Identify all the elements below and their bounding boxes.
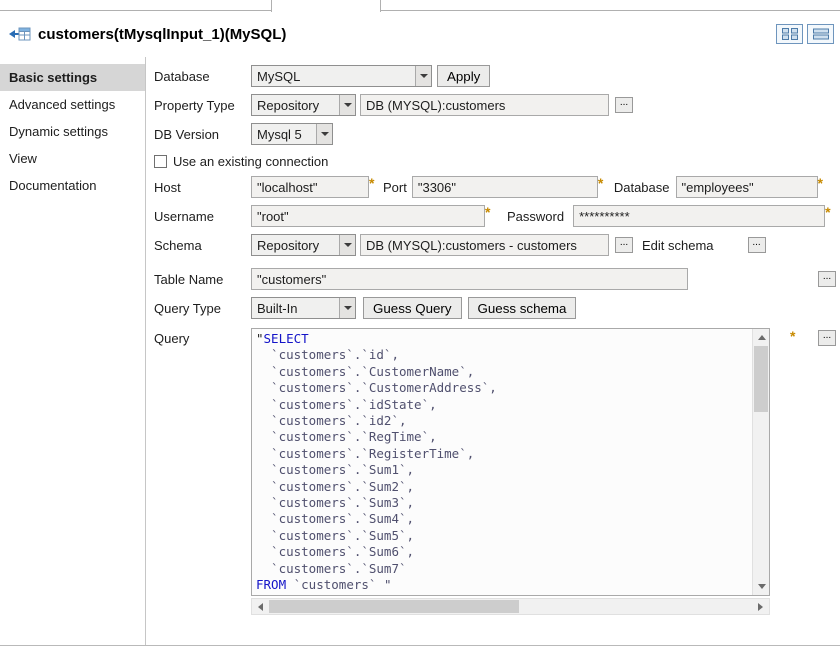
required-marker: * [369, 175, 377, 191]
required-marker: * [818, 175, 826, 191]
password-label: Password [507, 209, 564, 224]
schema-repository-field[interactable]: DB (MYSQL):customers - customers [360, 234, 609, 256]
host-row: Host "localhost" * Port "3306" * Databas… [154, 176, 838, 198]
db-version-label: DB Version [154, 127, 251, 142]
existing-connection-checkbox[interactable] [154, 155, 167, 168]
apply-button[interactable]: Apply [437, 65, 490, 87]
db-version-dropdown-value: Mysql 5 [252, 127, 316, 142]
mysql-component-icon [9, 26, 31, 42]
query-type-label: Query Type [154, 301, 251, 316]
edit-schema-label: Edit schema [642, 238, 714, 253]
host-field[interactable]: "localhost" [251, 176, 369, 198]
scroll-right-button[interactable] [752, 599, 769, 614]
scroll-down-button[interactable] [753, 578, 770, 595]
required-marker: * [825, 204, 833, 220]
table-name-browse-button[interactable]: ... [818, 271, 836, 287]
list-view-button[interactable] [807, 24, 834, 44]
query-row: Query "SELECT `customers`.`id`, `custome… [154, 328, 838, 615]
settings-sidebar: Basic settings Advanced settings Dynamic… [0, 57, 146, 645]
port-field[interactable]: "3306" [412, 176, 598, 198]
query-editor-content: "SELECT `customers`.`id`, `customers`.`C… [256, 331, 749, 594]
chevron-down-icon[interactable] [415, 66, 431, 86]
page-title: customers(tMysqlInput_1)(MySQL) [38, 26, 286, 43]
table-name-field[interactable]: "customers" [251, 268, 688, 290]
query-editor[interactable]: "SELECT `customers`.`id`, `customers`.`C… [251, 328, 770, 596]
property-type-row: Property Type Repository DB (MYSQL):cust… [154, 94, 838, 116]
vertical-scroll-thumb[interactable] [754, 346, 768, 412]
property-browse-button[interactable]: ... [615, 97, 633, 113]
query-horizontal-scrollbar[interactable] [251, 598, 770, 615]
table-name-row: Table Name "customers" ... [154, 268, 838, 290]
property-type-dropdown-value: Repository [252, 98, 339, 113]
component-header: customers(tMysqlInput_1)(MySQL) [0, 11, 840, 57]
grid-view-icon [782, 28, 798, 40]
database-row: Database MySQL Apply [154, 65, 838, 87]
existing-connection-row: Use an existing connection [154, 152, 838, 170]
host-label: Host [154, 180, 251, 195]
db-version-row: DB Version Mysql 5 [154, 123, 838, 145]
guess-schema-button[interactable]: Guess schema [468, 297, 577, 319]
schema-row: Schema Repository DB (MYSQL):customers -… [154, 234, 838, 256]
editor-tab-strip [0, 0, 840, 11]
scroll-up-button[interactable] [753, 329, 770, 346]
basic-settings-form: Database MySQL Apply Property Type Repos… [146, 57, 840, 645]
guess-query-button[interactable]: Guess Query [363, 297, 462, 319]
existing-connection-label: Use an existing connection [173, 154, 328, 169]
query-type-row: Query Type Built-In Guess Query Guess sc… [154, 297, 838, 319]
database-name-label: Database [614, 180, 670, 195]
schema-browse-button[interactable]: ... [615, 237, 633, 253]
horizontal-scroll-thumb[interactable] [269, 600, 519, 613]
sidebar-item-basic-settings[interactable]: Basic settings [0, 64, 145, 91]
required-marker: * [790, 324, 798, 344]
schema-dropdown-value: Repository [252, 238, 339, 253]
database-name-field[interactable]: "employees" [676, 176, 818, 198]
property-repository-field[interactable]: DB (MYSQL):customers [360, 94, 609, 116]
credentials-row: Username "root" * Password ********** * [154, 205, 838, 227]
sidebar-item-documentation[interactable]: Documentation [0, 172, 145, 199]
schema-label: Schema [154, 238, 251, 253]
port-label: Port [383, 180, 407, 195]
query-vertical-scrollbar[interactable] [752, 329, 769, 595]
sidebar-item-view[interactable]: View [0, 145, 145, 172]
schema-dropdown[interactable]: Repository [251, 234, 356, 256]
required-marker: * [485, 204, 493, 220]
query-browse-button[interactable]: ... [818, 330, 836, 346]
active-editor-tab[interactable] [271, 0, 381, 12]
query-label: Query [154, 328, 251, 346]
property-type-label: Property Type [154, 98, 251, 113]
chevron-down-icon[interactable] [339, 95, 355, 115]
username-field[interactable]: "root" [251, 205, 485, 227]
sidebar-item-advanced-settings[interactable]: Advanced settings [0, 91, 145, 118]
scroll-left-button[interactable] [252, 599, 269, 614]
password-field[interactable]: ********** [573, 205, 825, 227]
db-version-dropdown[interactable]: Mysql 5 [251, 123, 333, 145]
required-marker: * [598, 175, 606, 191]
query-type-dropdown[interactable]: Built-In [251, 297, 356, 319]
chevron-down-icon[interactable] [339, 298, 355, 318]
grid-view-button[interactable] [776, 24, 803, 44]
list-view-icon [813, 28, 829, 40]
table-name-label: Table Name [154, 272, 251, 287]
property-type-dropdown[interactable]: Repository [251, 94, 356, 116]
chevron-down-icon[interactable] [339, 235, 355, 255]
sidebar-item-dynamic-settings[interactable]: Dynamic settings [0, 118, 145, 145]
database-label: Database [154, 69, 251, 84]
chevron-down-icon[interactable] [316, 124, 332, 144]
query-type-dropdown-value: Built-In [252, 301, 339, 316]
username-label: Username [154, 209, 251, 224]
edit-schema-button[interactable]: ... [748, 237, 766, 253]
database-dropdown[interactable]: MySQL [251, 65, 432, 87]
database-dropdown-value: MySQL [252, 69, 415, 84]
